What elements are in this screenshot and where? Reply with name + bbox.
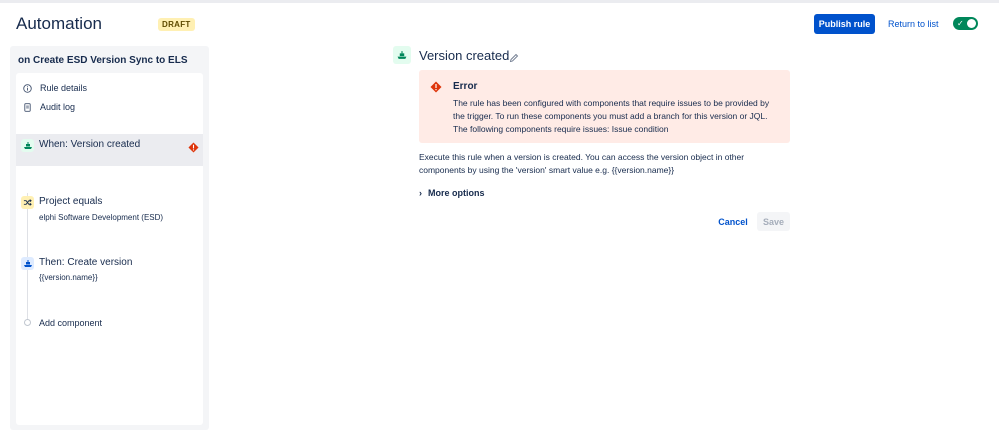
rule-details-link[interactable]: Rule details — [23, 81, 87, 95]
audit-log-label: Audit log — [40, 102, 76, 112]
audit-log-link[interactable]: Audit log — [23, 100, 75, 114]
rule-enabled-toggle[interactable]: ✓ — [953, 17, 978, 30]
chevron-right-icon: › — [419, 188, 422, 198]
pencil-icon[interactable] — [509, 50, 519, 63]
component-condition-project-equals[interactable]: Project equals elphi Software Developmen… — [16, 194, 203, 226]
error-icon — [188, 140, 199, 153]
add-component-button[interactable]: Add component — [39, 316, 102, 330]
cancel-button[interactable]: Cancel — [712, 212, 754, 231]
document-icon — [23, 102, 32, 112]
check-icon: ✓ — [957, 19, 964, 28]
status-badge: DRAFT — [158, 18, 195, 31]
info-icon — [23, 83, 32, 93]
rule-details-label: Rule details — [40, 83, 88, 93]
ship-icon — [393, 46, 411, 64]
rule-name: on Create ESD Version Sync to ELS — [18, 55, 188, 66]
shuffle-icon — [21, 196, 34, 209]
component-title: Then: Create version — [39, 257, 133, 268]
component-subtitle: {{version.name}} — [39, 273, 98, 282]
top-border — [0, 0, 999, 3]
component-trigger-version-created[interactable]: When: Version created — [16, 134, 203, 166]
publish-rule-button[interactable]: Publish rule — [814, 14, 875, 34]
more-options-label: More options — [428, 188, 485, 198]
component-action-create-version[interactable]: Then: Create version {{version.name}} — [16, 255, 203, 287]
rule-components-panel: Rule details Audit log When: Version cre… — [16, 73, 203, 425]
component-title: Project equals — [39, 196, 103, 207]
error-heading: Error — [453, 81, 478, 92]
more-options-toggle[interactable]: › More options — [419, 188, 485, 198]
component-subtitle: elphi Software Development (ESD) — [39, 213, 164, 222]
rule-sidebar: on Create ESD Version Sync to ELS Rule d… — [10, 46, 209, 430]
component-title: When: Version created — [39, 139, 141, 150]
error-message-box: Error The rule has been configured with … — [419, 70, 790, 143]
save-button[interactable]: Save — [757, 212, 790, 231]
ship-icon — [21, 257, 34, 270]
error-icon — [430, 80, 442, 93]
component-heading: Version created — [419, 48, 510, 63]
toggle-knob — [967, 19, 976, 28]
add-component-dot — [24, 319, 31, 326]
ship-icon — [21, 139, 34, 152]
add-component-label: Add component — [39, 318, 103, 328]
return-to-list-link[interactable]: Return to list — [888, 19, 939, 29]
error-text: The rule has been configured with compon… — [453, 98, 770, 134]
page-title: Automation — [16, 14, 102, 33]
component-description: Execute this rule when a version is crea… — [419, 152, 745, 175]
